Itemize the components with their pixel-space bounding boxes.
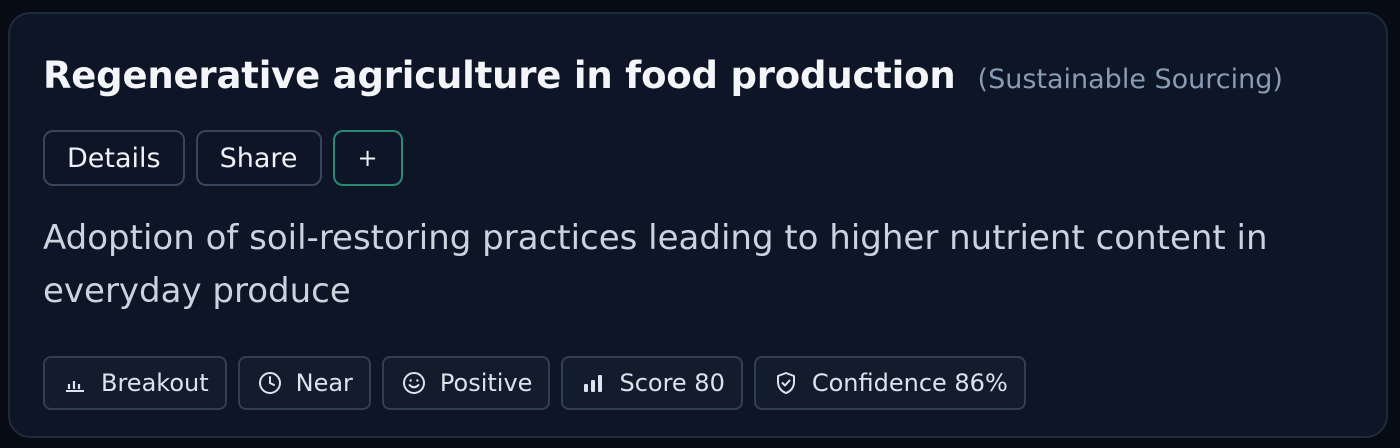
tag-horizon: Near: [237, 356, 371, 410]
tag-label: Near: [295, 369, 353, 397]
smiley-icon: [402, 371, 426, 395]
card-description: Adoption of soil-restoring practices lea…: [43, 218, 1268, 311]
share-button[interactable]: Share: [195, 130, 322, 186]
tag-score: Score 80: [561, 356, 743, 410]
action-bar: Details Share +: [43, 130, 403, 186]
trend-card: Regenerative agriculture in food product…: [8, 12, 1388, 438]
card-category: (Sustainable Sourcing): [977, 64, 1283, 95]
add-button[interactable]: +: [332, 130, 403, 186]
clock-icon: [258, 371, 282, 395]
tag-list: Breakout Near Positive Score 80 Confiden…: [43, 356, 1026, 410]
card-title: Regenerative agriculture in food product…: [43, 54, 956, 97]
tag-label: Positive: [439, 369, 533, 397]
tag-label: Breakout: [101, 369, 209, 397]
tag-label: Confidence 86%: [811, 369, 1008, 397]
trend-bars-icon: [63, 371, 87, 395]
tag-label: Score 80: [619, 369, 725, 397]
tag-breakout: Breakout: [43, 356, 227, 410]
shield-check-icon: [774, 371, 798, 395]
title-row: Regenerative agriculture in food product…: [43, 54, 1283, 97]
tag-sentiment: Positive: [381, 356, 551, 410]
details-button[interactable]: Details: [43, 130, 185, 186]
score-bars-icon: [581, 371, 605, 395]
tag-confidence: Confidence 86%: [753, 356, 1026, 410]
